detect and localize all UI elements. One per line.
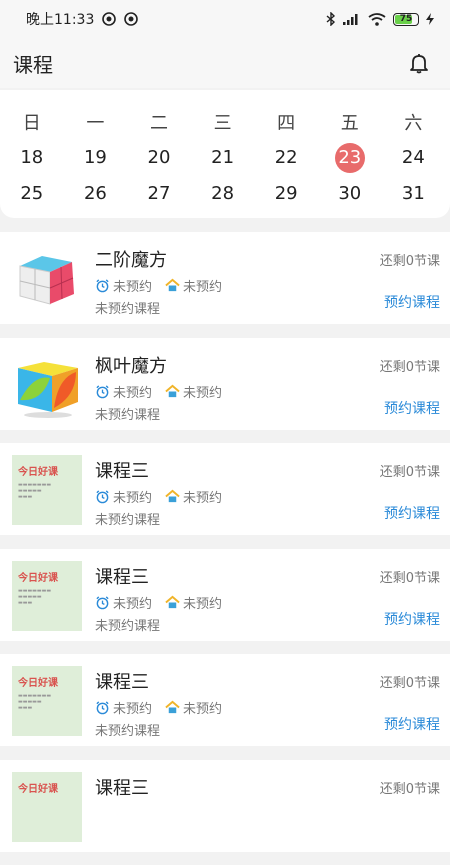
home-icon [165, 700, 180, 714]
week-calendar: 日 一 二 三 四 五 六 18 19 20 21 22 23 24 25 26… [0, 90, 450, 218]
course-name: 课程三 [95, 672, 149, 693]
home-status: 未预约 [183, 702, 223, 717]
remaining-lessons: 还剩0节课 [379, 359, 440, 375]
remaining-lessons: 还剩0节课 [379, 465, 440, 480]
booking-status: 未预约课程 [95, 513, 161, 528]
alarm-clock-icon [96, 384, 109, 398]
course-card[interactable]: 今日好课 ▬▬▬▬▬▬▬ ▬▬▬▬▬ ▬▬▬ 课程三 未预约 未预约 未预约课程 还… [0, 654, 450, 746]
booking-status: 未预约课程 [95, 407, 161, 423]
poster-title: 今日好课 [18, 783, 58, 795]
weekday-header: 日 一 二 三 四 五 六 [0, 104, 450, 140]
calendar-week: 25 26 27 28 29 30 31 [0, 176, 450, 212]
course-name: 枫叶魔方 [95, 355, 167, 377]
alarm-clock-icon [96, 701, 109, 715]
clock-status: 未预约 [113, 596, 153, 612]
weekday-label: 日 [22, 113, 41, 134]
book-course-link[interactable]: 预约课程 [384, 714, 440, 734]
course-list: 二阶魔方 未预约 未预约 未预约课程 还剩0节课 预约课程 枫叶魔方 未预约 未… [0, 232, 450, 865]
calendar-day[interactable]: 18 [17, 143, 47, 173]
calendar-day[interactable]: 20 [144, 143, 174, 173]
remaining-lessons: 还剩0节课 [379, 254, 440, 269]
status-bar: 晚上11:33 75 [0, 0, 450, 38]
poster-title: 今日好课 [18, 678, 58, 689]
weekday-label: 一 [86, 113, 105, 134]
course-card[interactable]: 今日好课 ▬▬▬▬▬▬▬ ▬▬▬▬▬ ▬▬▬ 课程三 未预约 未预约 未预约课程 还… [0, 443, 450, 535]
course-card[interactable]: 枫叶魔方 未预约 未预约 未预约课程 还剩0节课 预约课程 [0, 337, 450, 430]
poster-decoration: ▬▬▬▬▬▬▬ ▬▬▬▬▬ ▬▬▬ [18, 693, 52, 711]
weekday-label: 三 [213, 113, 232, 134]
home-status: 未预约 [183, 280, 223, 295]
poster-decoration: ▬▬▬▬▬▬▬ ▬▬▬▬▬ ▬▬▬ [18, 482, 52, 500]
calendar-day-selected[interactable]: 23 [334, 143, 365, 173]
home-icon [165, 489, 180, 503]
weekday-label: 二 [149, 113, 168, 134]
booking-status: 未预约课程 [95, 724, 161, 739]
bell-icon[interactable] [408, 52, 430, 74]
course-name: 课程三 [95, 777, 149, 799]
book-course-link[interactable]: 预约课程 [384, 398, 440, 418]
calendar-day[interactable]: 30 [335, 179, 365, 209]
weekday-label: 四 [277, 113, 296, 134]
charging-icon [426, 13, 434, 25]
course-poster-thumbnail: 今日好课 ▬▬▬▬▬▬▬ ▬▬▬▬▬ ▬▬▬ [12, 455, 82, 525]
course-poster-thumbnail: 今日好课 [12, 771, 82, 842]
alarm-clock-icon [96, 490, 109, 504]
booking-status: 未预约课程 [95, 302, 161, 317]
calendar-day[interactable]: 19 [80, 143, 110, 173]
course-card[interactable]: 二阶魔方 未预约 未预约 未预约课程 还剩0节课 预约课程 [0, 232, 450, 324]
course-name: 课程三 [95, 461, 149, 482]
clock-status: 未预约 [113, 491, 153, 506]
page-title: 课程 [13, 52, 53, 77]
calendar-day[interactable]: 24 [398, 143, 428, 173]
course-card[interactable]: 今日好课 课程三 还剩0节课 [0, 759, 450, 852]
alarm-clock-icon [96, 279, 109, 293]
clock-status: 未预约 [113, 702, 153, 717]
booking-status: 未预约课程 [95, 618, 161, 634]
home-icon [165, 595, 180, 608]
calendar-day[interactable]: 29 [271, 179, 301, 209]
home-status: 未预约 [183, 491, 223, 506]
remaining-lessons: 还剩0节课 [379, 676, 440, 691]
course-card[interactable]: 今日好课 ▬▬▬▬▬▬▬ ▬▬▬▬▬ ▬▬▬ 课程三 未预约 未预约 未预约课程 还… [0, 548, 450, 641]
weekday-label: 五 [340, 113, 359, 134]
home-status: 未预约 [183, 596, 223, 612]
calendar-day[interactable]: 21 [208, 143, 238, 173]
poster-title: 今日好课 [18, 572, 58, 584]
home-status: 未预约 [183, 385, 223, 401]
course-name: 课程三 [95, 566, 149, 588]
alarm-clock-icon [96, 595, 109, 609]
calendar-day[interactable]: 31 [398, 179, 428, 209]
signal-icon [343, 14, 358, 25]
calendar-day[interactable]: 27 [144, 179, 174, 209]
book-course-link[interactable]: 预约课程 [384, 503, 440, 523]
notification-icon [124, 12, 139, 26]
calendar-day[interactable]: 25 [17, 179, 47, 209]
bluetooth-icon [326, 12, 336, 26]
calendar-day[interactable]: 28 [208, 179, 238, 209]
clock-status: 未预约 [113, 385, 153, 401]
calendar-day[interactable]: 26 [80, 179, 110, 209]
poster-title: 今日好课 [18, 467, 58, 478]
course-poster-thumbnail: 今日好课 ▬▬▬▬▬▬▬ ▬▬▬▬▬ ▬▬▬ [12, 560, 82, 631]
remaining-lessons: 还剩0节课 [379, 570, 440, 586]
wifi-icon [368, 12, 386, 26]
calendar-day[interactable]: 22 [271, 143, 301, 173]
course-name: 二阶魔方 [95, 250, 167, 271]
poster-decoration: ▬▬▬▬▬▬▬ ▬▬▬▬▬ ▬▬▬ [18, 587, 52, 606]
status-time: 晚上11:33 [26, 12, 95, 28]
battery-icon: 75 [393, 12, 419, 26]
remaining-lessons: 还剩0节课 [379, 781, 440, 797]
home-icon [165, 384, 180, 397]
maple-leaf-cube-thumbnail [12, 349, 82, 420]
calendar-week: 18 19 20 21 22 23 24 [0, 140, 450, 176]
rubiks-cube-thumbnail [12, 244, 82, 314]
weekday-label: 六 [404, 113, 423, 134]
notification-icon [102, 12, 117, 26]
clock-status: 未预约 [113, 280, 153, 295]
book-course-link[interactable]: 预约课程 [384, 609, 440, 629]
app-header: 课程 [0, 38, 450, 88]
home-icon [165, 278, 180, 292]
course-poster-thumbnail: 今日好课 ▬▬▬▬▬▬▬ ▬▬▬▬▬ ▬▬▬ [12, 666, 82, 736]
book-course-link[interactable]: 预约课程 [384, 292, 440, 312]
